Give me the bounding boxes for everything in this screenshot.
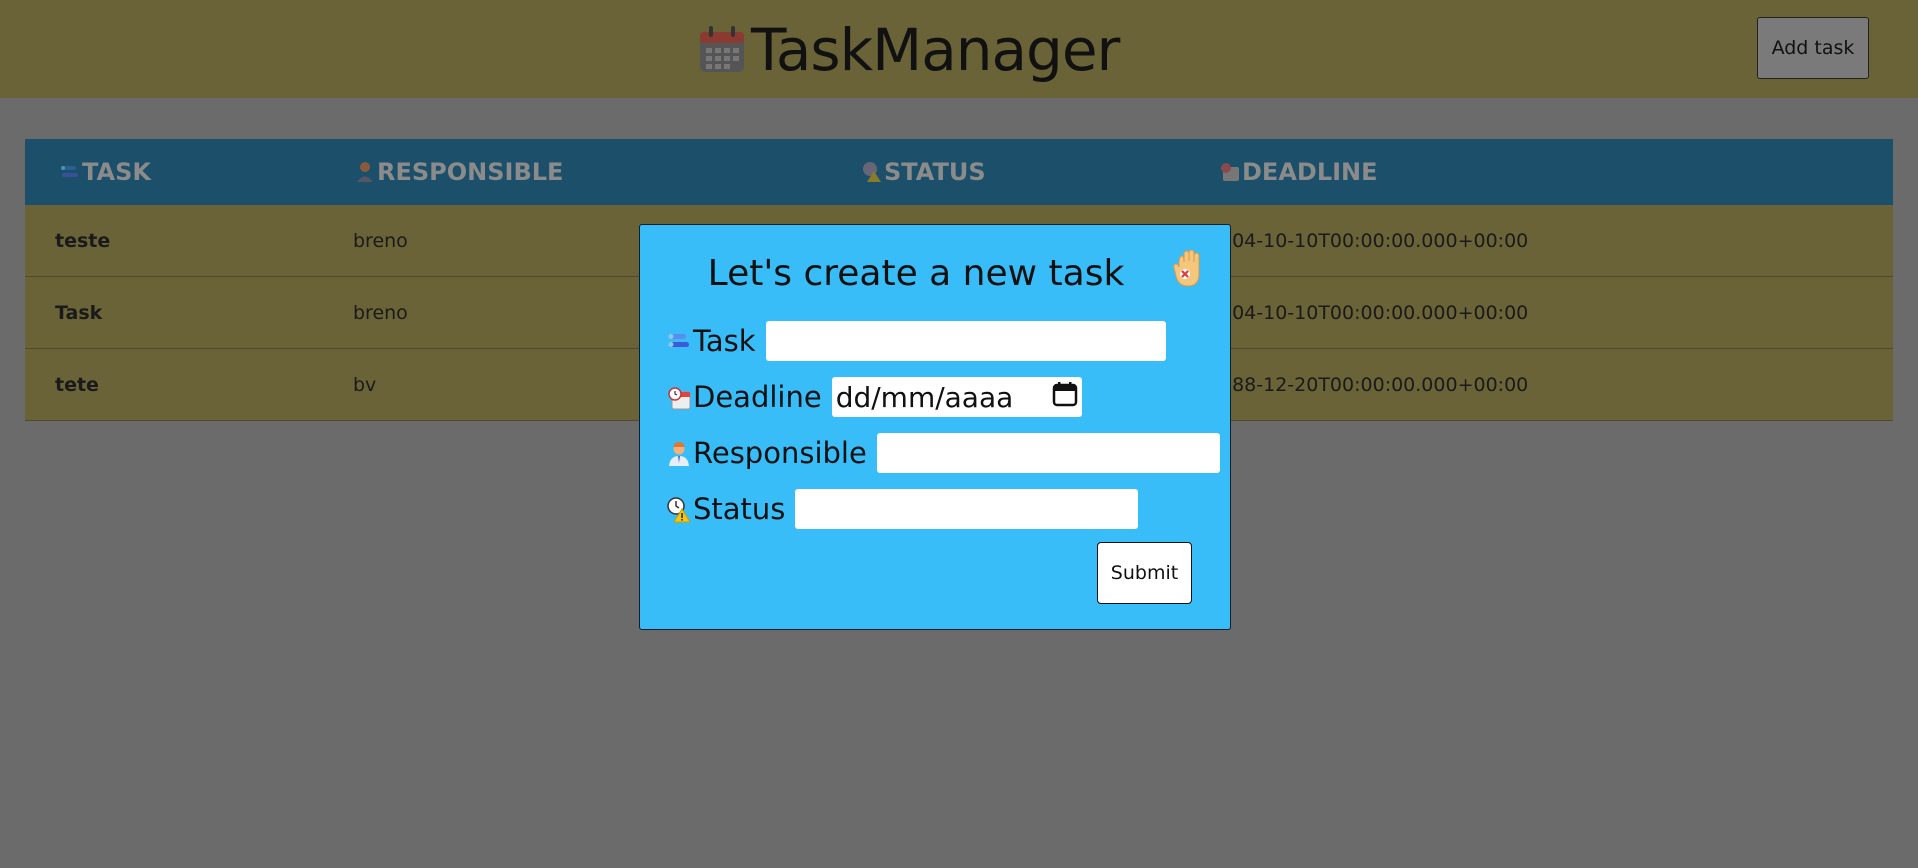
responsible-field: Responsible [667, 433, 1220, 473]
deadline-cell: 004-10-10T00:00:00.000+00:00 [1220, 301, 1529, 324]
modal-title: Let's create a new task [707, 253, 1125, 294]
clock-warning-icon [862, 161, 882, 183]
app-title: TaskManager [751, 16, 1120, 84]
responsible-label: Responsible [693, 436, 867, 470]
task-list-icon [667, 328, 691, 354]
deadline-calendar-icon [1220, 161, 1240, 183]
task-cell: teste [55, 229, 111, 252]
task-field: Task [667, 321, 1166, 361]
app-header: TaskManager Add task [0, 0, 1918, 98]
deadline-calendar-icon [667, 384, 691, 410]
calendar-icon [697, 24, 747, 76]
column-header-label: STATUS [884, 158, 986, 186]
responsible-cell: breno [353, 301, 408, 324]
brand: TaskManager [697, 14, 1120, 86]
task-list-icon [60, 161, 80, 183]
column-header-status: STATUS [862, 158, 986, 186]
table-header: TASK RESPONSIBLE STATUS DEADLINE [25, 139, 1893, 205]
deadline-label: Deadline [693, 380, 822, 414]
column-header-task: TASK [60, 158, 151, 186]
clock-warning-icon [667, 496, 691, 523]
responsible-cell: bv [353, 373, 377, 396]
person-icon [667, 440, 691, 466]
create-task-modal: Let's create a new task Task Deadline dd… [639, 224, 1231, 630]
column-header-responsible: RESPONSIBLE [355, 158, 563, 186]
add-task-button[interactable]: Add task [1757, 17, 1869, 79]
deadline-cell: 004-10-10T00:00:00.000+00:00 [1220, 229, 1529, 252]
column-header-label: DEADLINE [1242, 158, 1378, 186]
submit-button[interactable]: Submit [1097, 542, 1192, 604]
status-label: Status [693, 492, 786, 526]
task-label: Task [693, 324, 756, 358]
responsible-cell: breno [353, 229, 408, 252]
stop-hand-icon[interactable] [1172, 249, 1204, 288]
deadline-date-value: dd/mm/aaaa [835, 380, 1014, 414]
deadline-date-input[interactable]: dd/mm/aaaa [831, 377, 1082, 417]
task-cell: tete [55, 373, 99, 396]
deadline-cell: 888-12-20T00:00:00.000+00:00 [1220, 373, 1529, 396]
status-field: Status [667, 489, 1139, 529]
column-header-label: TASK [82, 158, 151, 186]
column-header-label: RESPONSIBLE [377, 158, 564, 186]
calendar-picker-icon[interactable] [1052, 381, 1078, 414]
status-input[interactable] [795, 489, 1139, 529]
column-header-deadline: DEADLINE [1220, 158, 1378, 186]
task-cell: Task [55, 301, 103, 324]
person-icon [355, 161, 375, 183]
task-input[interactable] [765, 321, 1166, 361]
deadline-field: Deadline dd/mm/aaaa [667, 377, 1082, 417]
responsible-input[interactable] [876, 433, 1220, 473]
